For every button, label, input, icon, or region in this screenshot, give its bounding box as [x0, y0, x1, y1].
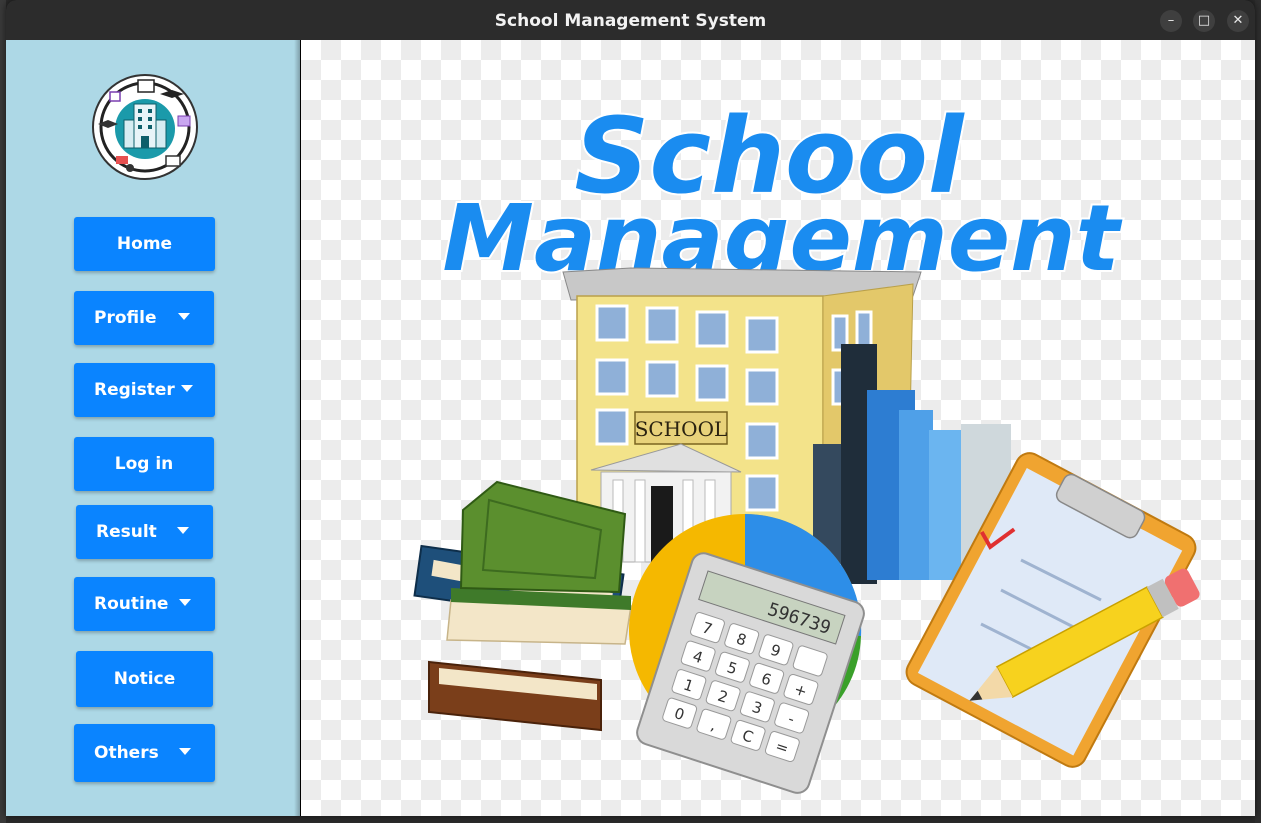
school-building-logo-icon	[92, 74, 198, 180]
app-window: School Management System – □ ✕ Home Prof…	[6, 0, 1255, 816]
nav-profile-label: Profile	[94, 308, 157, 328]
nav-register-label: Register	[94, 380, 175, 400]
nav-register-button[interactable]: Register	[74, 363, 215, 417]
nav-routine-label: Routine	[94, 594, 169, 614]
nav-notice-button[interactable]: Notice	[76, 651, 213, 707]
desktop-background-right	[1255, 0, 1261, 823]
building-sign-text: SCHOOL	[635, 417, 728, 441]
nav-home-label: Home	[116, 234, 173, 254]
chevron-down-icon	[179, 599, 191, 606]
nav-login-button[interactable]: Log in	[74, 437, 214, 491]
nav-result-label: Result	[96, 522, 157, 542]
books-stack-icon	[413, 480, 632, 732]
minimize-button[interactable]: –	[1160, 10, 1182, 32]
window-title: School Management System	[494, 11, 767, 31]
nav-login-label: Log in	[114, 454, 174, 474]
nav-others-button[interactable]: Others	[74, 724, 215, 782]
chevron-down-icon	[179, 748, 191, 755]
nav-routine-button[interactable]: Routine	[74, 577, 215, 631]
chevron-down-icon	[178, 313, 190, 320]
school-management-banner: School Management SCHOOL 596739 7 8 9 4 …	[413, 93, 1200, 794]
title-bar[interactable]: School Management System – □ ✕	[6, 0, 1255, 40]
nav-notice-label: Notice	[113, 669, 176, 689]
chevron-down-icon	[177, 527, 189, 534]
chevron-down-icon	[181, 385, 193, 392]
nav-profile-button[interactable]: Profile	[74, 291, 214, 345]
close-button[interactable]: ✕	[1227, 10, 1249, 32]
nav-result-button[interactable]: Result	[76, 505, 213, 559]
sidebar: Home Profile Register Log in Result Rout…	[6, 40, 300, 816]
maximize-button[interactable]: □	[1193, 10, 1215, 32]
nav-home-button[interactable]: Home	[74, 217, 215, 271]
nav-others-label: Others	[94, 743, 159, 763]
main-content: School Management SCHOOL 596739 7 8 9 4 …	[301, 40, 1255, 816]
